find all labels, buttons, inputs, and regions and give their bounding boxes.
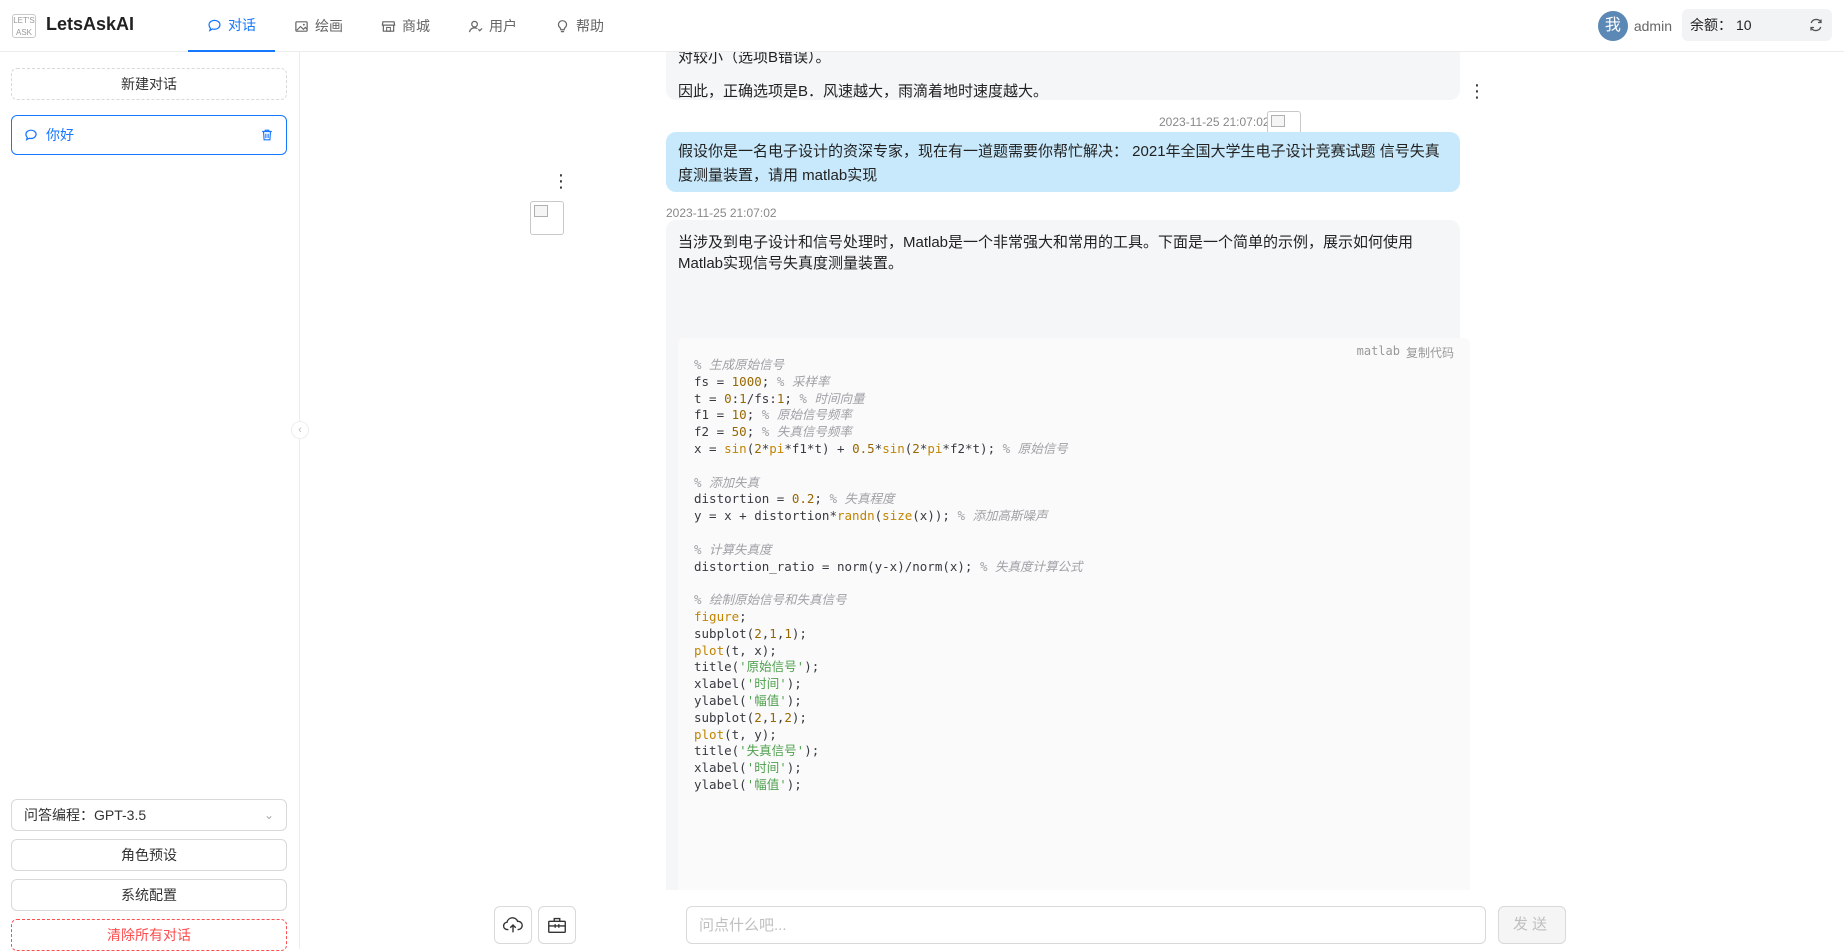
answer-intro: 当涉及到电子设计和信号处理时，Matlab是一个非常强大和常用的工具。下面是一个…: [678, 234, 1414, 272]
chat-area: 对较小（选项B错误）。 因此，正确选项是B．风速越大，雨滴着地时速度越大。 ⋮ …: [300, 52, 1844, 890]
code-line: fs = 1000; % 采样率: [694, 373, 830, 389]
code-content: % 生成原始信号 fs = 1000; % 采样率 t = 0:1/fs:1; % …: [694, 357, 1083, 794]
code-line: xlabel('时间');: [694, 760, 802, 776]
nav-help-label: 帮助: [576, 18, 604, 34]
code-line: plot(t, x);: [694, 642, 777, 658]
nav-chat-label: 对话: [228, 17, 256, 33]
shop-icon: [381, 20, 396, 32]
nav-chat[interactable]: 对话: [188, 0, 275, 52]
nav-draw-label: 绘画: [315, 18, 343, 34]
nav-draw[interactable]: 绘画: [275, 0, 362, 52]
chat-icon: [25, 129, 37, 141]
trash-icon[interactable]: [260, 128, 274, 142]
user-question-bubble: 假设你是一名电子设计的资深专家，现在有一道题需要你帮忙解决： 2021年全国大学…: [666, 132, 1460, 192]
code-line: f1 = 10; % 原始信号频率: [694, 407, 852, 423]
message-input[interactable]: [686, 906, 1486, 944]
copy-code-button[interactable]: 复制代码: [1406, 344, 1454, 361]
chevron-down-icon: ⌄: [263, 808, 274, 822]
code-block: matlab 复制代码 % 生成原始信号 fs = 1000; % 采样率 t = …: [678, 338, 1470, 890]
avatar[interactable]: 我: [1597, 11, 1628, 41]
code-line: ​: [694, 458, 1083, 475]
balance-badge: 余额： 10: [1682, 9, 1832, 41]
nav-shop[interactable]: 商城: [362, 0, 449, 52]
message-timestamp: 2023-11-25 21:07:02: [666, 206, 777, 220]
input-bar: 发送: [300, 890, 1844, 949]
balance-value: 10: [1736, 17, 1752, 33]
conversation-title: 你好: [46, 127, 74, 143]
nav-shop-label: 商城: [402, 18, 430, 34]
conversation-item[interactable]: 你好: [11, 115, 287, 155]
role-preset-button[interactable]: 角色预设: [11, 839, 287, 871]
tools-button[interactable]: [538, 906, 576, 944]
refresh-icon[interactable]: [1808, 17, 1824, 33]
code-line: distortion_ratio = norm(y-x)/norm(x); % …: [694, 558, 1083, 574]
code-line: % 计算失真度: [694, 541, 772, 557]
code-line: t = 0:1/fs:1; % 时间向量: [694, 390, 865, 406]
user-menu[interactable]: 我 admin: [1597, 11, 1672, 41]
code-line: title('原始信号');: [694, 659, 820, 675]
code-line: subplot(2,1,1);: [694, 625, 807, 641]
code-line: ylabel('幅值');: [694, 776, 802, 792]
code-line: ​: [694, 575, 1083, 592]
code-line: f2 = 50; % 失真信号频率: [694, 424, 852, 440]
broken-image-icon: [1271, 115, 1285, 127]
message-timestamp: 2023-11-25 21:07:02: [1159, 115, 1270, 129]
code-line: title('失真信号');: [694, 743, 820, 759]
cloud-upload-icon: [502, 917, 523, 933]
code-header: matlab 复制代码: [1357, 344, 1454, 361]
user-icon: [468, 20, 483, 32]
code-line: % 绘制原始信号和失真信号: [694, 592, 847, 608]
broken-image-icon: [534, 205, 548, 217]
answer-text: 对较小（选项B错误）。: [678, 52, 831, 66]
app-logo[interactable]: LET'S ASK: [12, 14, 36, 38]
code-line: plot(t, y);: [694, 726, 777, 742]
code-line: subplot(2,1,2);: [694, 709, 807, 725]
nav-users-label: 用户: [489, 18, 517, 34]
system-config-button[interactable]: 系统配置: [11, 879, 287, 911]
chat-icon: [208, 19, 221, 32]
code-line: y = x + distortion*randn(size(x)); % 添加高…: [694, 508, 1048, 524]
more-options-icon[interactable]: ⋮: [1468, 82, 1486, 100]
toolbox-icon: [548, 917, 566, 934]
code-language: matlab: [1356, 344, 1400, 358]
username: admin: [1633, 18, 1672, 34]
model-select[interactable]: 问答编程：GPT-3.5 ⌄: [11, 799, 287, 831]
previous-answer-bubble: 对较小（选项B错误）。 因此，正确选项是B．风速越大，雨滴着地时速度越大。: [666, 52, 1460, 100]
image-icon: [295, 20, 308, 32]
balance-label: 余额：: [1690, 17, 1732, 33]
top-header: LET'S ASK LetsAskAI 对话 绘画 商城 用户 帮助 我 adm…: [0, 0, 1844, 52]
code-line: % 添加失真: [694, 474, 760, 490]
code-line: xlabel('时间');: [694, 676, 802, 692]
assistant-avatar-image: [530, 201, 564, 235]
more-options-icon[interactable]: ⋮: [552, 172, 570, 190]
nav-help[interactable]: 帮助: [536, 0, 623, 52]
code-line: x = sin(2*pi*f1*t) + 0.5*sin(2*pi*f2*t);…: [694, 440, 1068, 456]
bulb-icon: [557, 19, 568, 32]
answer-text: 因此，正确选项是B．风速越大，雨滴着地时速度越大。: [678, 83, 1049, 100]
new-chat-button[interactable]: 新建对话: [11, 68, 287, 100]
nav-users[interactable]: 用户: [449, 0, 536, 52]
code-line: ylabel('幅值');: [694, 692, 802, 708]
send-button[interactable]: 发送: [1498, 906, 1566, 944]
main-nav: 对话 绘画 商城 用户 帮助: [188, 0, 623, 52]
code-line: % 生成原始信号: [694, 357, 785, 372]
sidebar: 新建对话 你好 问答编程：GPT-3.5 ⌄ 角色预设 系统配置 清除所有对话: [0, 52, 300, 951]
upload-button[interactable]: [494, 906, 532, 944]
brand-name[interactable]: LetsAskAI: [46, 14, 134, 35]
code-line: figure;: [694, 608, 747, 624]
clear-all-button[interactable]: 清除所有对话: [11, 919, 287, 951]
model-select-value: 问答编程：GPT-3.5: [24, 807, 147, 823]
code-line: distortion = 0.2; % 失真程度: [694, 491, 895, 507]
code-line: ​: [694, 525, 1083, 542]
